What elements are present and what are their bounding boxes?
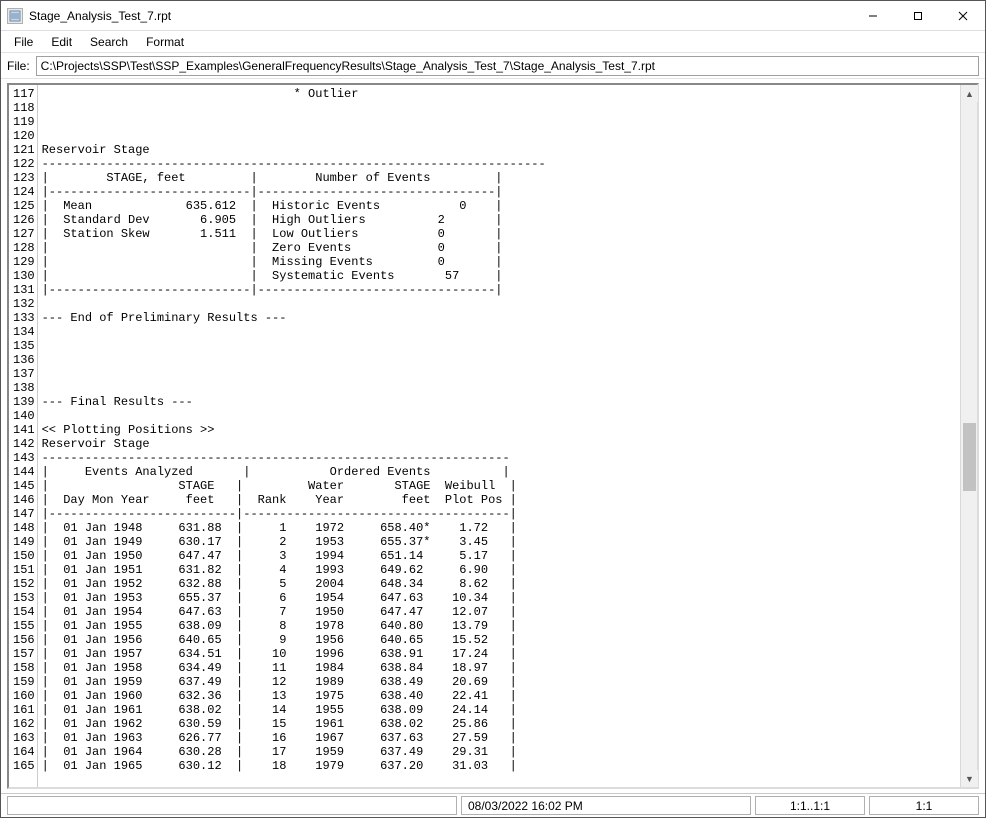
- scroll-down-button[interactable]: ▼: [961, 770, 978, 787]
- menu-edit[interactable]: Edit: [44, 33, 79, 51]
- content-area: 117 118 119 120 121 122 123 124 125 126 …: [1, 79, 985, 793]
- scroll-up-button[interactable]: ▲: [961, 85, 978, 102]
- titlebar[interactable]: Stage_Analysis_Test_7.rpt: [1, 1, 985, 31]
- editor-frame: 117 118 119 120 121 122 123 124 125 126 …: [7, 83, 979, 789]
- minimize-button[interactable]: [850, 1, 895, 30]
- app-window: Stage_Analysis_Test_7.rpt File Edit Sear…: [0, 0, 986, 818]
- scroll-thumb[interactable]: [963, 423, 976, 491]
- status-cursor: 1:1: [869, 796, 979, 815]
- code-text[interactable]: * Outlier Reservoir Stage --------------…: [38, 85, 960, 787]
- file-label: File:: [7, 59, 30, 73]
- line-number-gutter: 117 118 119 120 121 122 123 124 125 126 …: [9, 85, 38, 787]
- menu-file[interactable]: File: [7, 33, 40, 51]
- window-controls: [850, 1, 985, 30]
- vertical-scrollbar[interactable]: ▲ ▼: [960, 85, 977, 787]
- statusbar: 08/03/2022 16:02 PM 1:1..1:1 1:1: [1, 793, 985, 817]
- maximize-button[interactable]: [895, 1, 940, 30]
- window-title: Stage_Analysis_Test_7.rpt: [29, 9, 850, 23]
- status-date: 08/03/2022 16:02 PM: [461, 796, 751, 815]
- file-path-input[interactable]: [36, 56, 979, 76]
- editor-viewport[interactable]: 117 118 119 120 121 122 123 124 125 126 …: [9, 85, 960, 787]
- status-cell-blank: [7, 796, 457, 815]
- menu-format[interactable]: Format: [139, 33, 191, 51]
- menu-search[interactable]: Search: [83, 33, 135, 51]
- app-icon: [7, 8, 23, 24]
- status-selection: 1:1..1:1: [755, 796, 865, 815]
- menubar: File Edit Search Format: [1, 31, 985, 53]
- file-path-bar: File:: [1, 53, 985, 79]
- close-button[interactable]: [940, 1, 985, 30]
